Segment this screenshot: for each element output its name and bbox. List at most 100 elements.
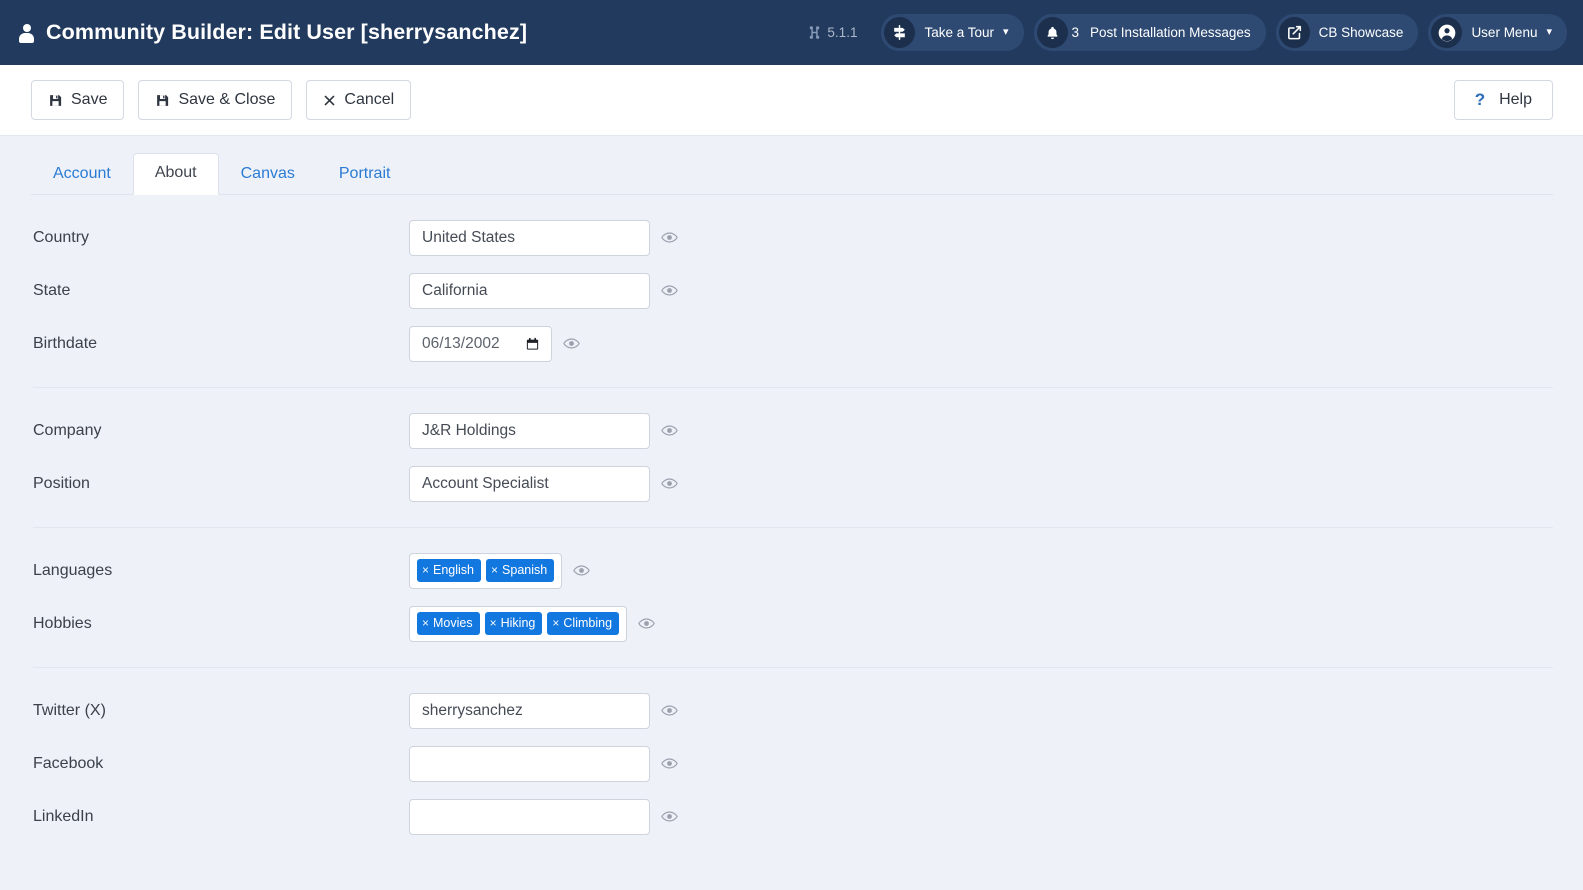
position-input[interactable]: [409, 465, 650, 502]
question-mark-icon: ?: [1474, 90, 1486, 109]
remove-tag-icon[interactable]: ×: [422, 616, 429, 631]
linkedin-input[interactable]: [409, 798, 650, 835]
remove-tag-icon[interactable]: ×: [491, 563, 498, 578]
field-group-social: Twitter (X) Facebook LinkedIn: [31, 684, 1553, 843]
chevron-down-icon: ▾: [1003, 26, 1009, 38]
tag-label: Climbing: [563, 616, 613, 631]
company-label: Company: [33, 421, 102, 439]
field-group-work: Company Position: [31, 404, 1553, 510]
tag-label: Spanish: [502, 563, 548, 578]
field-row-company: Company: [31, 404, 1553, 457]
eye-icon[interactable]: [563, 335, 580, 352]
eye-icon[interactable]: [661, 475, 678, 492]
position-control: [409, 465, 678, 502]
close-x-icon: [323, 94, 336, 107]
linkedin-control: [409, 798, 678, 835]
tag-chip[interactable]: × Hiking: [484, 612, 543, 635]
external-link-icon: [1278, 17, 1310, 48]
tag-chip[interactable]: × English: [417, 559, 482, 582]
facebook-input[interactable]: [409, 745, 650, 782]
cancel-button-label: Cancel: [344, 91, 395, 108]
state-input[interactable]: [409, 272, 650, 309]
country-input[interactable]: [409, 219, 650, 256]
tab-portrait[interactable]: Portrait: [317, 154, 413, 195]
field-row-hobbies: Hobbies × Movies × Hiking × Climbing: [31, 597, 1553, 650]
field-row-birthdate: Birthdate 06/13/2002: [31, 317, 1553, 370]
eye-icon[interactable]: [661, 755, 678, 772]
company-input[interactable]: [409, 412, 650, 449]
eye-icon[interactable]: [661, 282, 678, 299]
facebook-label: Facebook: [33, 754, 104, 772]
languages-control: × English × Spanish: [409, 552, 591, 589]
eye-icon[interactable]: [573, 562, 591, 579]
birthdate-input[interactable]: 06/13/2002: [409, 325, 552, 362]
user-icon: [18, 23, 35, 43]
birthdate-label: Birthdate: [33, 334, 98, 352]
eye-icon[interactable]: [661, 702, 678, 719]
birthdate-value: 06/13/2002: [422, 334, 500, 352]
tab-list: Account About Canvas Portrait: [31, 153, 1553, 195]
hobbies-tag-input[interactable]: × Movies × Hiking × Climbing: [409, 605, 628, 642]
eye-icon[interactable]: [638, 615, 655, 632]
remove-tag-icon[interactable]: ×: [552, 616, 559, 631]
post-installation-messages-button[interactable]: 3 Post Installation Messages: [1033, 14, 1266, 51]
cancel-button[interactable]: Cancel: [306, 80, 412, 120]
languages-tag-input[interactable]: × English × Spanish: [409, 552, 563, 589]
field-group-interests: Languages × English × Spanish Hobbies × …: [31, 544, 1553, 650]
tab-about[interactable]: About: [132, 153, 219, 195]
country-control: [409, 219, 678, 256]
eye-icon[interactable]: [661, 808, 678, 825]
user-menu-label: User Menu: [1471, 25, 1538, 40]
tag-label: Movies: [433, 616, 473, 631]
tab-account[interactable]: Account: [31, 154, 133, 195]
tag-label: Hiking: [500, 616, 536, 631]
help-button[interactable]: ? Help: [1453, 80, 1553, 120]
cb-showcase-button[interactable]: CB Showcase: [1275, 14, 1419, 51]
eye-icon[interactable]: [661, 422, 678, 439]
tab-canvas[interactable]: Canvas: [219, 154, 317, 195]
field-group-location: Country State Birthdate: [31, 211, 1553, 370]
languages-label: Languages: [33, 561, 113, 579]
twitter-input[interactable]: [409, 692, 650, 729]
chevron-down-icon: ▾: [1546, 26, 1552, 38]
section-divider: [33, 667, 1553, 668]
tabs-container: Account About Canvas Portrait: [0, 136, 1583, 195]
page-title: Community Builder: Edit User [sherrysanc…: [18, 20, 527, 45]
save-button[interactable]: Save: [31, 80, 125, 120]
app-header: Community Builder: Edit User [sherrysanc…: [0, 0, 1583, 65]
save-button-label: Save: [71, 91, 108, 108]
remove-tag-icon[interactable]: ×: [490, 616, 497, 631]
help-button-label: Help: [1499, 91, 1532, 108]
joomla-version-text: 5.1.1: [827, 25, 858, 40]
tag-chip[interactable]: × Climbing: [547, 612, 620, 635]
position-label: Position: [33, 474, 90, 492]
remove-tag-icon[interactable]: ×: [422, 563, 429, 578]
about-form: Country State Birthdate: [0, 195, 1583, 843]
take-a-tour-button[interactable]: Take a Tour ▾: [881, 14, 1024, 51]
tag-chip[interactable]: × Movies: [417, 612, 480, 635]
twitter-label: Twitter (X): [33, 701, 106, 719]
cb-showcase-label: CB Showcase: [1318, 25, 1404, 40]
eye-icon[interactable]: [661, 229, 678, 246]
hobbies-label: Hobbies: [33, 614, 92, 632]
action-toolbar: Save Save & Close Cancel ? Help: [0, 65, 1583, 136]
tab-about-label: About: [154, 164, 197, 182]
page-title-text: Community Builder: Edit User [sherrysanc…: [46, 20, 528, 44]
calendar-icon[interactable]: [525, 336, 540, 352]
signpost-icon: [884, 17, 916, 48]
tag-label: English: [433, 563, 475, 578]
save-and-close-button[interactable]: Save & Close: [138, 80, 293, 120]
account-circle-icon: [1431, 17, 1463, 48]
tab-account-label: Account: [53, 165, 111, 183]
tag-chip[interactable]: × Spanish: [486, 559, 555, 582]
messages-count-badge: 3: [1071, 25, 1080, 40]
facebook-control: [409, 745, 678, 782]
field-row-facebook: Facebook: [31, 737, 1553, 790]
field-row-twitter: Twitter (X): [31, 684, 1553, 737]
state-control: [409, 272, 678, 309]
user-menu-button[interactable]: User Menu ▾: [1428, 14, 1567, 51]
birthdate-control: 06/13/2002: [409, 325, 580, 362]
tab-canvas-label: Canvas: [240, 165, 295, 183]
twitter-control: [409, 692, 678, 729]
bell-icon: [1036, 17, 1068, 48]
